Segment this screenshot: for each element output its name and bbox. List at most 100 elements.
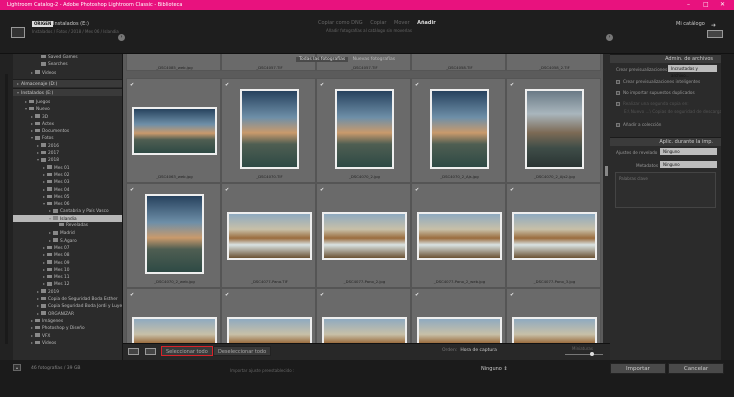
folder-row[interactable]: ▸ Juegos <box>13 98 122 105</box>
folder-row[interactable]: ▸ ORGANIZAR <box>13 310 122 317</box>
source-drive-icon[interactable] <box>11 27 25 38</box>
photo-cell[interactable]: _DSC4085_web.jpg <box>126 54 221 71</box>
photo-cell[interactable]: ✔ <box>316 288 411 343</box>
select-all-button[interactable]: Seleccionar todo <box>161 346 213 356</box>
source-name[interactable]: Instalados (E:) <box>53 21 89 27</box>
include-checkbox[interactable]: ✔ <box>225 292 229 298</box>
options-panel-scrollbar[interactable] <box>721 54 734 360</box>
photo-thumbnail[interactable] <box>132 317 217 343</box>
folder-row[interactable]: Reveladas <box>13 222 122 229</box>
folder-row[interactable]: ▾ Mes 06 <box>13 200 122 207</box>
file-handling-option[interactable]: Crear previsualizaciones inteligentes <box>616 79 700 84</box>
minimize-button[interactable]: – <box>687 0 690 10</box>
expand-icon[interactable]: ▴ <box>13 364 21 371</box>
import-button[interactable]: Importar <box>610 363 666 374</box>
folder-row[interactable]: ▸ VFX <box>13 332 122 339</box>
grid-scrollbar[interactable] <box>603 54 610 343</box>
folder-row[interactable]: ▸ Documentos <box>13 127 122 134</box>
folder-row[interactable]: ▸ Mes 07 <box>13 244 122 251</box>
photo-cell[interactable]: ✔ _DSC4077-Pano_3.jpg <box>506 183 601 288</box>
folder-row[interactable]: Saved Games <box>13 54 122 61</box>
tab-new-photos[interactable]: Nuevas fotografías <box>350 57 398 62</box>
photo-cell[interactable]: ✔ <box>411 288 506 343</box>
folder-row[interactable]: ▸ 2017 <box>13 149 122 156</box>
photo-thumbnail[interactable] <box>322 212 407 260</box>
apply-during-import-header[interactable]: Aplic. durante la imp. <box>610 137 721 146</box>
include-checkbox[interactable]: ✔ <box>130 82 134 88</box>
folder-row[interactable]: ▾ Nuevo <box>13 105 122 112</box>
photo-cell[interactable]: _DSC4058.TIF <box>411 54 506 71</box>
volume-row[interactable]: ▸ Almacenaje (D:) <box>13 78 122 87</box>
folder-row[interactable]: ▾ Islandia <box>13 214 122 222</box>
sort-value[interactable]: Hora de captura <box>460 348 497 353</box>
photo-thumbnail[interactable] <box>430 89 489 169</box>
volume-row[interactable]: ▾ Instalados (E:) <box>13 87 122 96</box>
photo-thumbnail[interactable] <box>132 107 217 155</box>
file-handling-header[interactable]: Admin. de archivos <box>610 54 721 63</box>
photo-cell[interactable]: ✔ _DSC4077-Pano.TIF <box>221 183 316 288</box>
option-checkbox[interactable] <box>616 102 620 106</box>
folder-row[interactable]: ▸ 2019 <box>13 288 122 295</box>
folder-row[interactable]: ▸ Mes 05 <box>13 193 122 200</box>
cancel-button[interactable]: Cancelar <box>668 363 724 374</box>
folder-row[interactable]: ▸ Mes 08 <box>13 251 122 258</box>
file-handling-option[interactable]: No importar supuestos duplicados <box>616 90 695 95</box>
photo-cell[interactable]: ✔ _DSC4070_2.jpg <box>316 78 411 183</box>
photo-thumbnail[interactable] <box>417 212 502 260</box>
option-checkbox[interactable] <box>616 80 620 84</box>
photo-cell[interactable]: ✔ <box>126 288 221 343</box>
include-checkbox[interactable]: ✔ <box>225 187 229 193</box>
include-checkbox[interactable]: ✔ <box>510 292 514 298</box>
loupe-view-icon[interactable] <box>145 348 156 355</box>
photo-cell[interactable]: ✔ _DSC4070_2_web.jpg <box>126 183 221 288</box>
option-checkbox[interactable] <box>616 123 620 127</box>
folder-row[interactable]: ▸ Mes 02 <box>13 171 122 178</box>
folder-row[interactable]: ▾ 2018 <box>13 156 122 163</box>
close-button[interactable]: ✕ <box>720 0 725 10</box>
include-checkbox[interactable]: ✔ <box>320 82 324 88</box>
mode-copy-dng[interactable]: Copiar como DNG <box>318 20 363 26</box>
folder-row[interactable]: ▸ Mes 11 <box>13 273 122 280</box>
thumbnail-size-slider[interactable] <box>565 354 603 355</box>
mode-add[interactable]: Añadir <box>417 20 436 26</box>
folder-row[interactable]: ▸ Mes 12 <box>13 280 122 287</box>
file-handling-option[interactable]: Añadir a colección <box>616 122 661 127</box>
folder-row[interactable]: ▸ Videos <box>13 339 122 346</box>
include-checkbox[interactable]: ✔ <box>320 187 324 193</box>
include-checkbox[interactable]: ✔ <box>415 187 419 193</box>
photo-cell[interactable]: ✔ _DSC4070_2_Ajs.jpg <box>411 78 506 183</box>
include-checkbox[interactable]: ✔ <box>225 82 229 88</box>
folder-row[interactable]: ▸ Mes 03 <box>13 178 122 185</box>
sort-control[interactable]: Orden: Hora de captura <box>442 348 497 353</box>
photo-thumbnail[interactable] <box>322 317 407 343</box>
photo-thumbnail[interactable] <box>240 89 299 169</box>
photo-thumbnail[interactable] <box>335 89 394 169</box>
deselect-all-button[interactable]: Deseleccionar todo <box>213 346 272 356</box>
photo-cell[interactable]: ✔ <box>506 288 601 343</box>
folder-row[interactable]: ▸ Mes 04 <box>13 186 122 193</box>
grid-view-icon[interactable] <box>128 348 139 355</box>
include-checkbox[interactable]: ✔ <box>510 187 514 193</box>
folder-row[interactable]: ▸ Madrid <box>13 229 122 236</box>
folder-row[interactable]: ▾ Fotos <box>13 134 122 141</box>
include-checkbox[interactable]: ✔ <box>415 82 419 88</box>
develop-settings-select[interactable]: Ninguno <box>660 148 717 155</box>
option-checkbox[interactable] <box>616 91 620 95</box>
photo-cell[interactable]: ✔ <box>221 288 316 343</box>
folder-row[interactable]: ▸ Mes 09 <box>13 259 122 266</box>
include-checkbox[interactable]: ✔ <box>415 292 419 298</box>
build-previews-select[interactable]: Incrustadas y archivo... <box>668 65 717 78</box>
folder-row[interactable]: Searches <box>13 61 122 68</box>
import-preset-select[interactable]: Ninguno ⇕ <box>481 366 508 372</box>
mode-copy[interactable]: Copiar <box>370 20 386 26</box>
mode-move[interactable]: Mover <box>394 20 409 26</box>
folder-row[interactable]: ▸ Cantabria y País Vasco <box>13 207 122 214</box>
photo-thumbnail[interactable] <box>512 317 597 343</box>
folder-row[interactable]: ▸ Copia de Seguridad Boda Esther <box>13 295 122 302</box>
photo-cell[interactable]: ✔ _DSC4070_2_Ajs2.jpg <box>506 78 601 183</box>
maximize-button[interactable]: □ <box>703 0 709 10</box>
folder-row[interactable]: ▸ S.Agaro <box>13 237 122 244</box>
include-checkbox[interactable]: ✔ <box>510 82 514 88</box>
metadata-select[interactable]: Ninguno <box>660 161 717 168</box>
folder-row[interactable]: ▸ 2016 <box>13 142 122 149</box>
